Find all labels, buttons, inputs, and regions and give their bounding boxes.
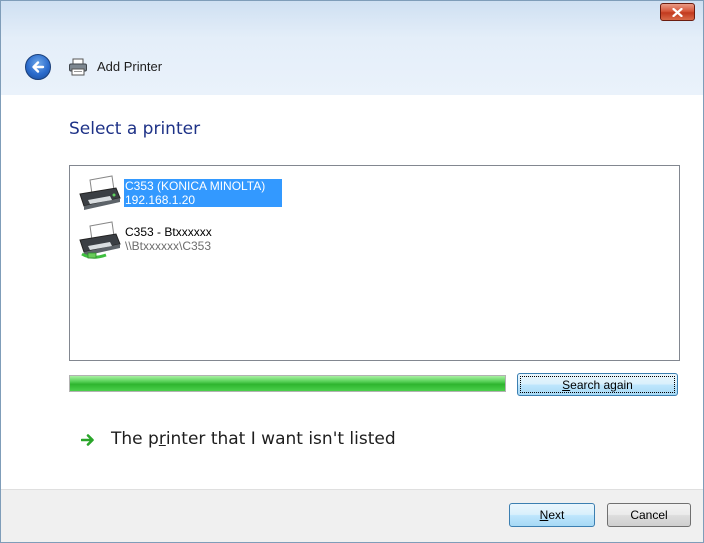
title-bar: Add Printer	[1, 1, 703, 95]
printer-list[interactable]: C353 (KONICA MINOLTA) 192.168.1.20 C353 …	[69, 165, 680, 361]
search-progress-bar	[69, 375, 506, 392]
printer-list-item[interactable]: C353 - Btxxxxxx \\Btxxxxxx\C353	[74, 214, 334, 259]
add-printer-window: Add Printer Select a printer C353 (KONIC…	[0, 0, 704, 543]
back-button[interactable]	[25, 54, 51, 80]
printer-not-listed-label: The printer that I want isn't listed	[111, 429, 396, 449]
printer-icon	[69, 58, 87, 76]
shared-printer-icon	[79, 221, 121, 259]
search-progress-fill	[70, 376, 505, 391]
next-button[interactable]: Next	[509, 503, 595, 527]
network-printer-icon	[79, 175, 121, 210]
printer-name: C353 (KONICA MINOLTA)	[124, 179, 282, 193]
back-arrow-icon	[32, 61, 45, 73]
printer-name: C353 - Btxxxxxx	[125, 225, 212, 239]
printer-share-path: \\Btxxxxxx\C353	[125, 239, 212, 253]
page-heading: Select a printer	[69, 119, 201, 139]
cancel-label: Cancel	[630, 508, 668, 522]
close-button[interactable]	[660, 3, 695, 21]
green-arrow-icon	[81, 434, 94, 446]
wizard-footer: Next Cancel	[1, 489, 703, 542]
printer-list-item[interactable]: C353 (KONICA MINOLTA) 192.168.1.20	[74, 168, 334, 212]
search-again-button[interactable]: Search again	[517, 373, 678, 396]
next-label: Next	[539, 508, 565, 522]
cancel-button[interactable]: Cancel	[607, 503, 691, 527]
printer-address: 192.168.1.20	[124, 193, 282, 207]
window-title: Add Printer	[97, 59, 163, 74]
search-again-label: Search again	[562, 377, 633, 392]
close-icon	[672, 7, 683, 17]
wizard-content: Select a printer C353 (KONICA MINOLTA) 1…	[1, 95, 703, 489]
